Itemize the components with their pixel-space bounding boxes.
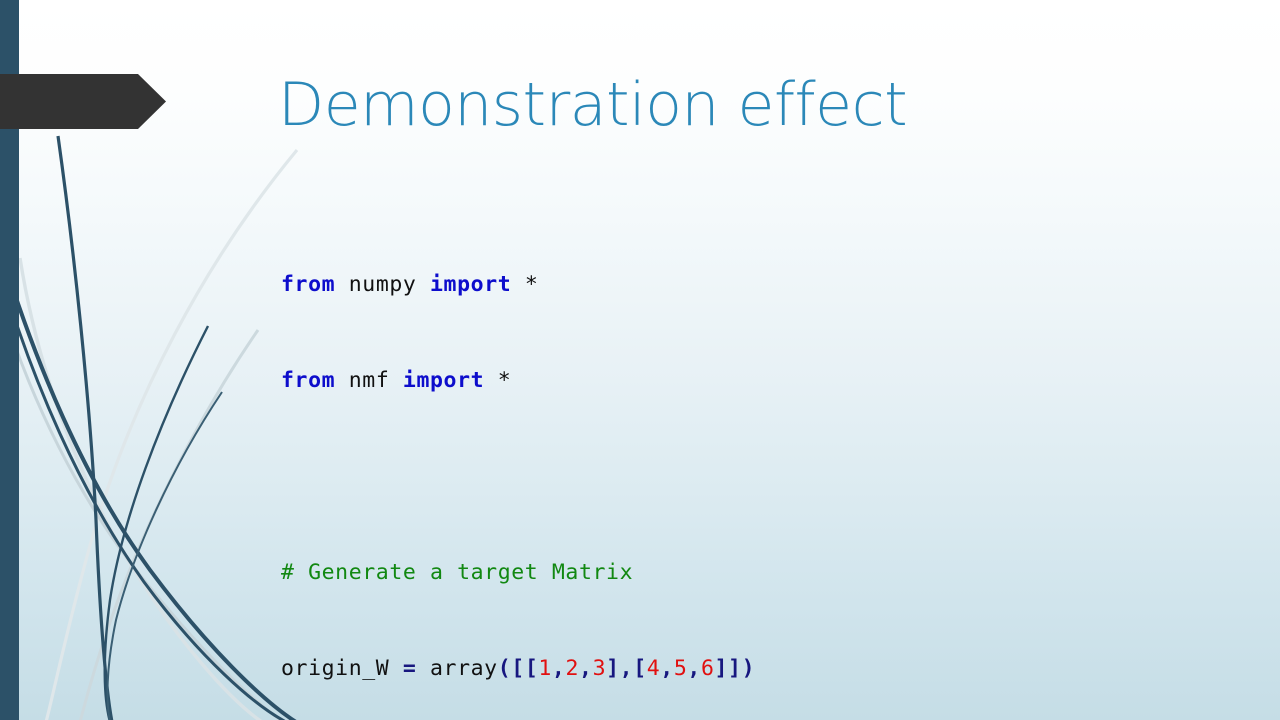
code-line: from numpy import *: [281, 272, 539, 297]
code-line: origin_W = array([[1,2,3],[4,5,6]]): [281, 656, 756, 681]
page-title: Demonstration effect: [278, 70, 908, 140]
title-banner-arrow: [0, 74, 166, 129]
slide-canvas: Demonstration effect from numpy import *…: [0, 0, 1280, 720]
code-line: # Generate a target Matrix: [281, 560, 634, 585]
code-line: from nmf import *: [281, 368, 512, 393]
code-listing: from numpy import * from nmf import * # …: [281, 205, 1201, 720]
